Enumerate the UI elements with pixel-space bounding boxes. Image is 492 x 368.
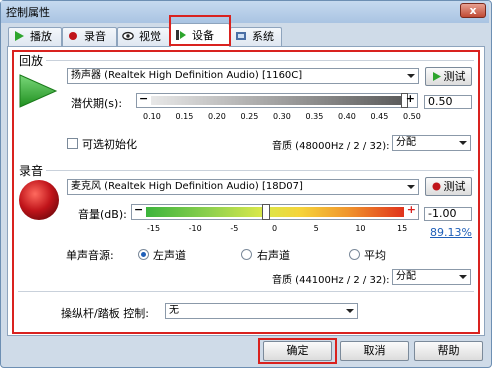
ok-button[interactable]: 确定 [263,341,332,361]
panel-highlight [12,50,480,334]
record-icon [69,32,77,40]
eye-icon [122,31,134,41]
window-title: 控制属性 [6,6,50,19]
tab-highlight [169,15,231,46]
cancel-button[interactable]: 取消 [340,341,409,361]
close-button[interactable]: x [460,3,486,18]
tab-system[interactable]: 系统 [230,27,282,46]
tab-label: 录音 [84,30,106,43]
tab-playback[interactable]: 播放 [8,27,62,46]
title-bar [1,1,489,23]
play-icon [15,31,24,41]
tab-label: 系统 [252,30,274,43]
help-button[interactable]: 帮助 [414,341,483,361]
tab-recording[interactable]: 录音 [62,27,117,46]
system-icon [236,32,246,40]
tab-label: 播放 [30,30,52,43]
tab-visual[interactable]: 视觉 [117,27,170,46]
tab-label: 视觉 [139,30,161,43]
